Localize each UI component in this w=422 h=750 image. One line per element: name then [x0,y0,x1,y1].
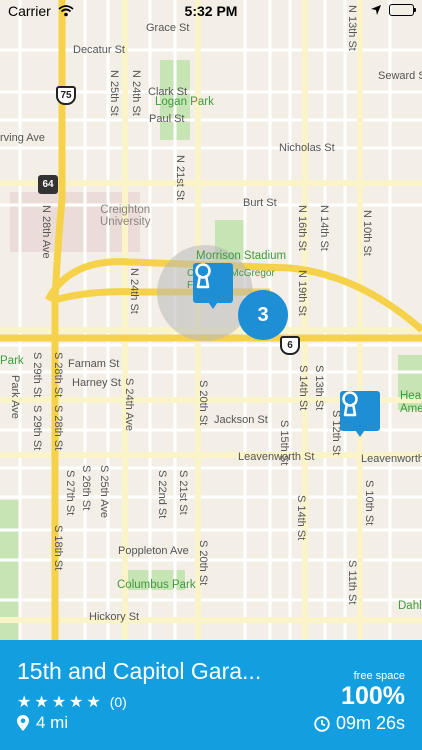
street-label-park-ave: Park Ave [9,375,21,419]
street-label-s-13th-st: S 13th St [313,365,325,411]
street-label-s-28th-st-2: S 28th St [52,405,64,451]
street-label-s-22nd-st: S 22nd St [156,470,168,519]
status-bar: Carrier 5:32 PM [0,0,422,22]
street-label-nicholas-st: Nicholas St [279,142,335,154]
star-icon: ★ [34,694,49,711]
street-label-s-29th-st: S 29th St [31,352,43,398]
street-label-s-14th-st: S 14th St [297,365,309,411]
street-label-s-14th-st-2: S 14th St [295,495,307,541]
street-label-s-25th-ave: S 25th Ave [98,465,110,519]
parking-pin-leavenworth[interactable] [340,391,380,437]
street-label-s-24th-ave: S 24th Ave [123,378,135,432]
street-label-s-28th-st: S 28th St [52,352,64,398]
route-shield-75: 75 [56,86,76,105]
street-label-hickory-st: Hickory St [89,611,140,623]
street-label-grace-st: Grace St [146,22,190,34]
location-pin-icon [17,715,29,731]
keyhole-icon [195,263,211,289]
street-label-leavenworth-st: Leavenworth St [238,451,315,463]
route-shield-64: 64 [38,175,58,194]
street-label-n-14th-st: N 14th St [318,205,330,251]
street-label-n-24th-st: N 24th St [130,70,142,116]
keyhole-icon [342,391,358,417]
map-view[interactable]: Grace St Decatur St Clark St Paul St Nic… [0,0,422,640]
street-label-s-21st-st: S 21st St [177,470,189,515]
street-label-leavenworth-st-2: Leavenworth St [361,453,422,465]
star-icon: ★ [51,694,67,711]
street-label-n-16th-st: N 16th St [296,205,308,251]
place-label-morrison-stadium: Morrison Stadium [196,250,287,262]
place-label-dahl: Dahl [398,600,422,612]
status-right [371,4,416,16]
street-label-n-19th-st: N 19th St [296,270,308,316]
star-icon: ★ [69,694,84,711]
street-label-burt-st: Burt St [243,197,277,209]
parking-pin-tail [353,427,367,437]
parking-info-panel[interactable]: 15th and Capitol Gara... ★ ★ ★ ★ ★ (0) 4… [0,640,422,750]
rating-stars: ★ ★ ★ ★ ★ (0) [17,692,127,712]
distance-value: 4 mi [36,713,69,732]
street-label-jackson-st: Jackson St [214,414,268,426]
star-icon: ★ [86,694,101,711]
place-label-logan-park: Logan Park [155,96,214,108]
distance-row: 4 mi [17,713,68,733]
timer-row: 09m 26s [314,713,405,734]
parking-title: 15th and Capitol Gara... [17,658,262,684]
street-label-n-24th-st-2: N 24th St [128,268,140,314]
parking-cluster-marker[interactable]: 3 [238,290,288,340]
route-shield-6: 6 [280,336,300,355]
place-label-park: Park [0,355,24,367]
street-label-s-20th-st: S 20th St [197,380,209,426]
free-space-label: free space [353,670,405,682]
street-label-s-27th-st: S 27th St [64,470,76,516]
street-label-farnam-st: Farnam St [68,358,120,370]
street-label-s-26th-st: S 26th St [80,465,92,511]
parking-pin-body [340,391,380,431]
street-label-seward-st: Seward St [378,70,422,82]
street-label-n-28th-ave: N 28th Ave [40,205,52,259]
street-label-s-18th-st: S 18th St [52,525,64,571]
street-label-s-20th-st-2: S 20th St [197,540,209,586]
free-space-value: 100% [341,682,405,710]
street-label-n-10th-st: N 10th St [361,210,373,256]
location-arrow-icon [371,5,381,15]
street-label-s-10th-st: S 10th St [363,480,375,526]
battery-icon [389,4,416,16]
street-label-s-15th-st: S 15th St [278,420,290,466]
place-label-creighton-university: Creighton University [100,204,151,228]
street-label-s-29th-st-2: S 29th St [31,405,43,451]
clock: 5:32 PM [184,3,238,19]
star-icon: ★ [17,694,32,711]
street-label-poppleton-ave: Poppleton Ave [118,545,189,557]
clock-icon [314,715,330,732]
street-label-paul-st: Paul St [149,113,185,125]
review-count: (0) [109,694,127,710]
place-label-columbus-park: Columbus Park [117,579,196,591]
place-label-heartland: Hea Ame [400,390,422,415]
parking-pin-creighton[interactable] [193,263,233,309]
street-label-decatur-st: Decatur St [73,44,125,56]
timer-value: 09m 26s [335,713,405,733]
street-label-irving-ave: rving Ave [0,132,46,144]
street-label-s-11th-st: S 11th St [346,560,358,605]
street-label-n-21st-st: N 21st St [174,155,186,201]
parking-pin-body [193,263,233,303]
street-label-harney-st: Harney St [72,377,121,389]
parking-pin-tail [206,299,220,309]
street-label-n-25th-st: N 25th St [108,70,120,116]
